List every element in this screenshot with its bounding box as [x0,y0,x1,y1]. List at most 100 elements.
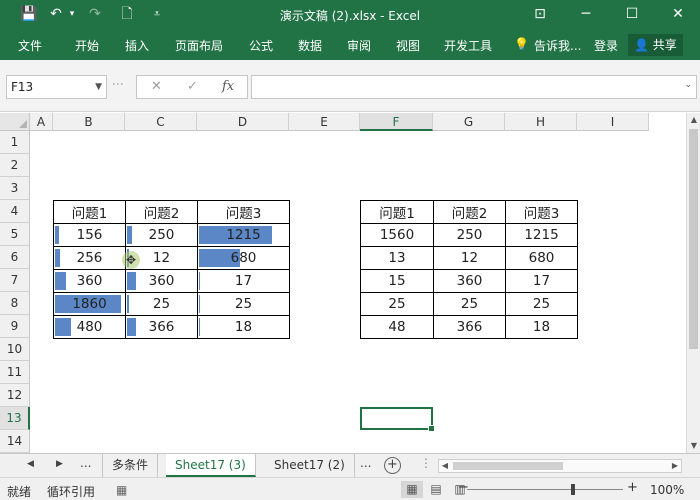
close-icon[interactable]: ✕ [666,4,690,24]
tab-home[interactable]: 开始 [75,37,99,54]
normal-view-icon[interactable]: ▦ [401,481,423,498]
row-header-11[interactable]: 11 [0,361,30,384]
prev-sheet-icon[interactable]: ◀ [27,459,34,469]
data-cell[interactable]: 360 [125,269,198,293]
row-header-13[interactable]: 13 [0,407,30,430]
zoom-out-icon[interactable]: − [458,480,469,495]
scroll-right-icon[interactable]: ▶ [669,460,681,472]
scroll-left-icon[interactable]: ◀ [439,460,451,472]
row-header-6[interactable]: 6 [0,246,30,269]
data-cell[interactable]: 360 [433,269,506,293]
data-cell[interactable]: 25 [505,292,578,316]
confirm-icon[interactable]: ✓ [187,79,198,94]
next-sheet-icon[interactable]: ▶ [56,459,63,469]
row-header-9[interactable]: 9 [0,315,30,338]
header-cell[interactable]: 问题3 [505,200,578,224]
data-cell[interactable]: 1215 [197,223,290,247]
insert-function-icon[interactable]: fx [222,79,234,94]
cancel-icon[interactable]: ✕ [151,79,162,94]
add-sheet-icon[interactable]: + [384,457,401,474]
zoom-level[interactable]: 100% [650,483,684,497]
data-cell[interactable]: 680 [197,246,290,270]
column-header-f[interactable]: F [360,113,433,131]
header-cell[interactable]: 问题1 [53,200,126,224]
more-sheets-right[interactable]: ... [360,456,371,470]
row-header-3[interactable]: 3 [0,177,30,200]
scroll-thumb[interactable] [453,462,563,470]
data-cell[interactable]: 13 [360,246,434,270]
zoom-slider-knob[interactable] [571,484,575,495]
row-header-5[interactable]: 5 [0,223,30,246]
column-header-a[interactable]: A [30,113,53,131]
ribbon-display-options-icon[interactable]: ⊡ [528,4,552,24]
data-cell[interactable]: 48 [360,315,434,339]
page-layout-view-icon[interactable]: ▤ [425,481,447,498]
minimize-icon[interactable]: ─ [574,4,598,24]
data-cell[interactable]: 25 [433,292,506,316]
data-cell[interactable]: 17 [505,269,578,293]
row-header-1[interactable]: 1 [0,131,30,154]
column-header-b[interactable]: B [53,113,125,131]
data-cell[interactable]: 680 [505,246,578,270]
expand-formula-icon[interactable]: ⌄ [684,80,692,90]
data-cell[interactable]: 25 [197,292,290,316]
chevron-down-icon[interactable]: ▼ [95,76,102,98]
header-cell[interactable]: 问题2 [125,200,198,224]
tab-view[interactable]: 视图 [396,37,420,54]
column-header-g[interactable]: G [433,113,505,131]
data-cell[interactable]: 480 [53,315,126,339]
data-cell[interactable]: 250 [125,223,198,247]
zoom-in-icon[interactable]: + [627,480,638,495]
data-cell[interactable]: 156 [53,223,126,247]
row-header-2[interactable]: 2 [0,154,30,177]
data-cell[interactable]: 17 [197,269,290,293]
data-cell[interactable]: 1560 [360,223,434,247]
data-cell[interactable]: 256 [53,246,126,270]
row-header-4[interactable]: 4 [0,200,30,223]
tell-me-search[interactable]: 告诉我... [534,37,581,54]
horizontal-scrollbar[interactable]: ◀ ▶ [438,459,682,473]
sheet-tab-multi-condition[interactable]: 多条件 [102,454,159,477]
data-cell[interactable]: 1215 [505,223,578,247]
row-header-10[interactable]: 10 [0,338,30,361]
header-cell[interactable]: 问题3 [197,200,290,224]
resize-handle-icon[interactable]: ⋮ [111,78,125,90]
row-header-7[interactable]: 7 [0,269,30,292]
select-all-corner[interactable] [0,113,30,131]
header-cell[interactable]: 问题2 [433,200,506,224]
column-header-i[interactable]: I [577,113,649,131]
column-header-h[interactable]: H [505,113,577,131]
tab-review[interactable]: 审阅 [347,37,371,54]
row-header-12[interactable]: 12 [0,384,30,407]
column-header-d[interactable]: D [197,113,289,131]
name-box[interactable]: F13 ▼ [6,75,107,99]
data-cell[interactable]: 15 [360,269,434,293]
column-header-e[interactable]: E [289,113,360,131]
tab-data[interactable]: 数据 [298,37,322,54]
active-cell-f13[interactable] [360,407,435,432]
tab-page-layout[interactable]: 页面布局 [175,37,223,54]
data-cell[interactable]: 1860 [53,292,126,316]
sign-in-link[interactable]: 登录 [594,37,618,54]
header-cell[interactable]: 问题1 [360,200,434,224]
column-header-c[interactable]: C [125,113,197,131]
data-cell[interactable]: 366 [433,315,506,339]
maximize-icon[interactable]: ☐ [620,4,644,24]
tab-splitter-handle[interactable]: ⋮ [420,456,432,470]
vertical-scrollbar[interactable]: ▲ ▼ [686,113,700,453]
more-sheets-left[interactable]: ... [80,456,91,470]
row-header-14[interactable]: 14 [0,430,30,453]
sheet-tab-sheet17-3[interactable]: Sheet17 (3) [166,454,256,477]
formula-input[interactable]: ⌄ [251,75,697,99]
scroll-thumb[interactable] [689,129,698,349]
data-cell[interactable]: 360 [53,269,126,293]
macro-record-icon[interactable]: ▦ [116,483,127,497]
share-button[interactable]: 👤 共享 [628,34,683,56]
data-cell[interactable]: 366 [125,315,198,339]
tab-developer[interactable]: 开发工具 [444,37,492,54]
data-cell[interactable]: 25 [360,292,434,316]
zoom-slider[interactable] [467,484,623,495]
data-cell[interactable]: 18 [197,315,290,339]
scroll-up-icon[interactable]: ▲ [687,113,700,127]
sheet-tab-sheet17-2[interactable]: Sheet17 (2) [265,454,355,477]
